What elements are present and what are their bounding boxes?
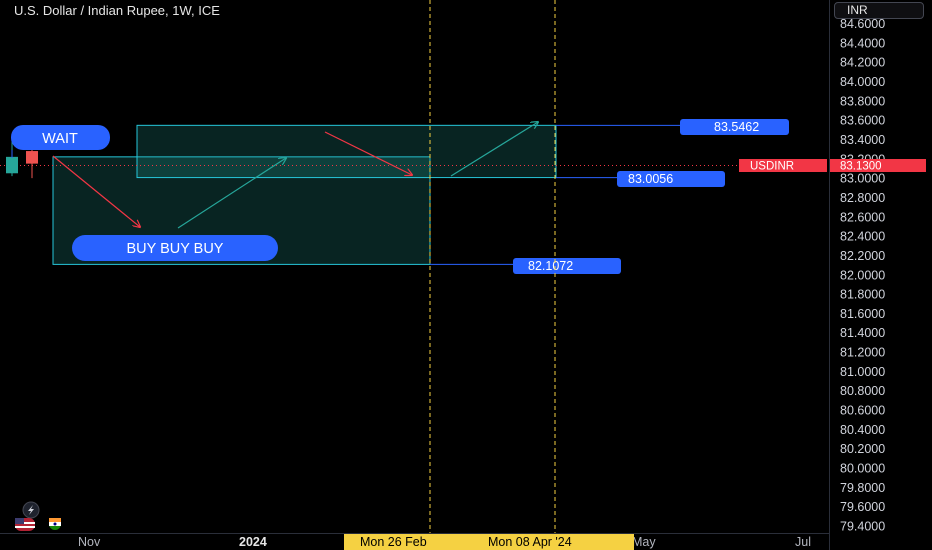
y-tick-label: 80.6000 bbox=[840, 404, 885, 418]
supply-zone[interactable] bbox=[136, 124, 557, 179]
crosshair-date-2: Mon 08 Apr '24 bbox=[484, 534, 634, 550]
y-tick-label: 84.0000 bbox=[840, 75, 885, 89]
price-chart[interactable]: 84.6000 84.4000 84.2000 84.0000 83.8000 83.60… bbox=[0, 0, 932, 550]
flags-icon[interactable] bbox=[15, 518, 61, 531]
candle-body[interactable] bbox=[6, 156, 18, 174]
x-tick-nov: Nov bbox=[78, 535, 101, 549]
y-tick-label: 79.6000 bbox=[840, 500, 885, 514]
y-tick-label: 84.4000 bbox=[840, 36, 885, 50]
y-tick-label: 80.0000 bbox=[840, 462, 885, 476]
buy-annotation[interactable]: BUY BUY BUY bbox=[72, 235, 278, 261]
level-label-82-1072[interactable]: 82.1072 bbox=[513, 258, 621, 274]
x-tick-jul: Jul bbox=[795, 535, 811, 549]
y-tick-label: 84.6000 bbox=[840, 17, 885, 31]
y-tick-label: 83.0000 bbox=[840, 172, 885, 186]
y-tick-label: 83.4000 bbox=[840, 133, 885, 147]
svg-text:83.0056: 83.0056 bbox=[628, 172, 673, 186]
y-tick-label: 83.8000 bbox=[840, 94, 885, 108]
svg-text:Mon 26 Feb: Mon 26 Feb bbox=[360, 535, 427, 549]
crosshair-date-1: Mon 26 Feb bbox=[344, 534, 484, 550]
y-tick-label: 81.4000 bbox=[840, 326, 885, 340]
y-tick-label: 79.8000 bbox=[840, 481, 885, 495]
y-tick-label: 81.0000 bbox=[840, 365, 885, 379]
x-tick-may: May bbox=[632, 535, 656, 549]
y-tick-label: 80.4000 bbox=[840, 423, 885, 437]
y-tick-label: 83.6000 bbox=[840, 114, 885, 128]
y-tick-label: 79.4000 bbox=[840, 520, 885, 534]
candle-body[interactable] bbox=[26, 151, 38, 164]
level-label-83-5462[interactable]: 83.5462 bbox=[680, 119, 789, 135]
wait-label: WAIT bbox=[42, 131, 78, 147]
y-tick-label: 81.8000 bbox=[840, 288, 885, 302]
svg-text:82.1072: 82.1072 bbox=[528, 259, 573, 273]
y-tick-label: 80.2000 bbox=[840, 442, 885, 456]
svg-text:83.5462: 83.5462 bbox=[714, 120, 759, 134]
y-tick-label: 84.2000 bbox=[840, 56, 885, 70]
svg-text:Mon 08 Apr '24: Mon 08 Apr '24 bbox=[488, 535, 572, 549]
y-tick-label: 82.8000 bbox=[840, 191, 885, 205]
y-tick-label: 82.2000 bbox=[840, 249, 885, 263]
current-price-tag[interactable]: 83.1300 bbox=[830, 159, 926, 173]
y-tick-label: 82.6000 bbox=[840, 210, 885, 224]
y-tick-label: 81.6000 bbox=[840, 307, 885, 321]
wait-annotation[interactable]: WAIT bbox=[11, 125, 110, 150]
lightning-icon[interactable] bbox=[22, 501, 40, 519]
svg-text:83.1300: 83.1300 bbox=[840, 161, 882, 173]
y-tick-label: 81.2000 bbox=[840, 346, 885, 360]
price-axis[interactable]: 84.6000 84.4000 84.2000 84.0000 83.8000 83.60… bbox=[840, 17, 885, 534]
svg-text:USDINR: USDINR bbox=[750, 161, 794, 173]
y-tick-label: 80.8000 bbox=[840, 384, 885, 398]
symbol-tag[interactable]: USDINR bbox=[739, 159, 827, 173]
y-tick-label: 82.4000 bbox=[840, 230, 885, 244]
y-tick-label: 82.0000 bbox=[840, 268, 885, 282]
level-label-83-0056[interactable]: 83.0056 bbox=[617, 171, 725, 187]
buy-label: BUY BUY BUY bbox=[127, 241, 224, 257]
x-tick-2024: 2024 bbox=[239, 535, 267, 549]
